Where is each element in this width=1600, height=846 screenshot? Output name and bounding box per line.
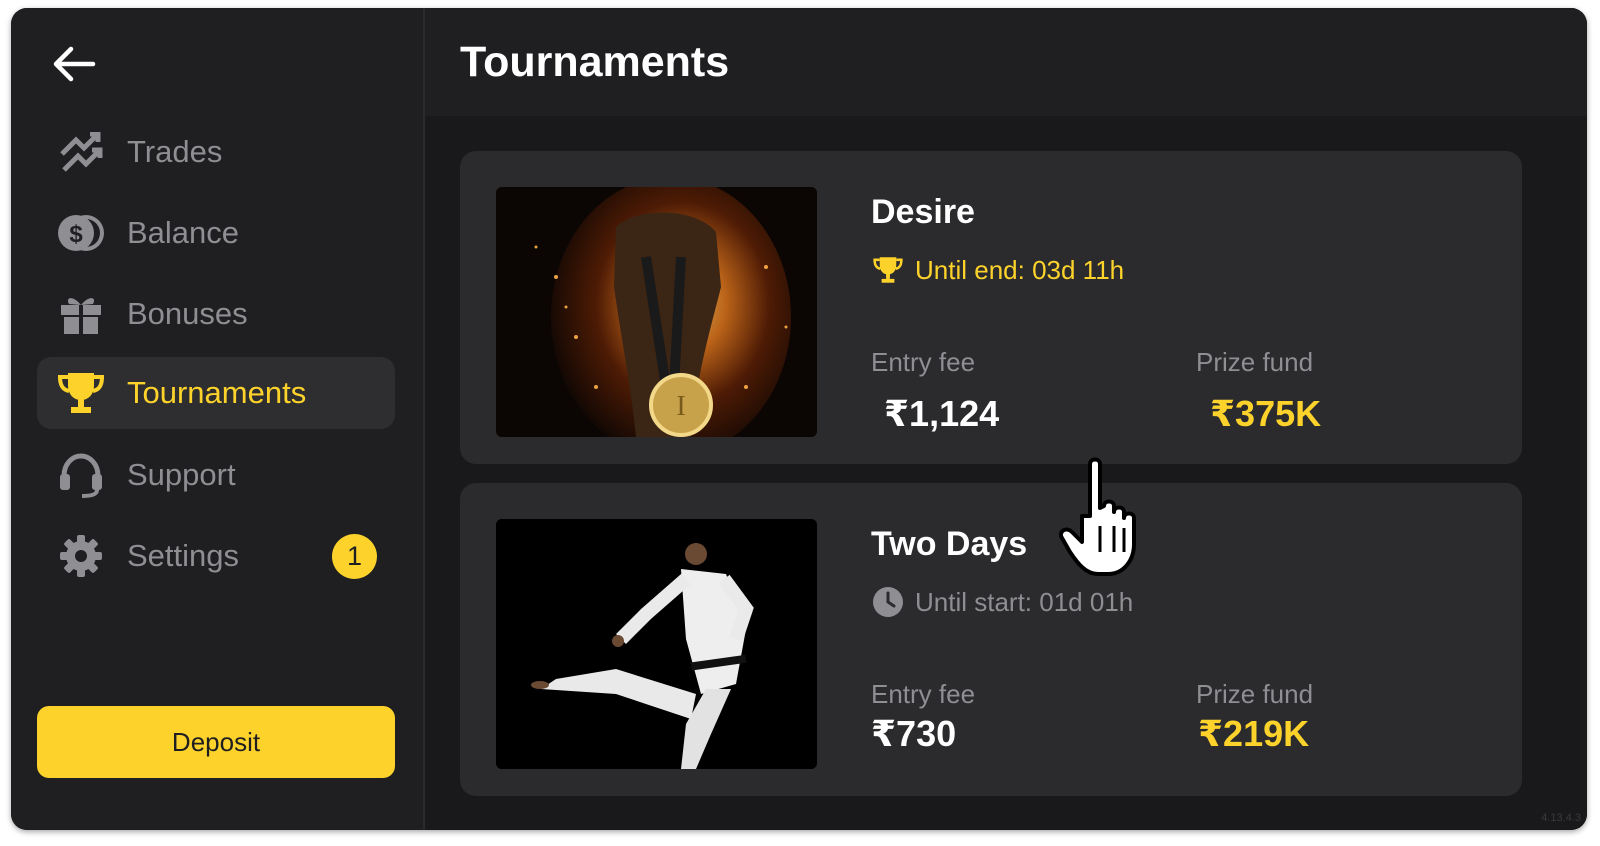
trophy-icon <box>55 367 107 419</box>
sidebar-item-label: Balance <box>127 215 240 250</box>
headset-icon <box>55 449 107 501</box>
sidebar-item-label: Trades <box>127 134 223 169</box>
sidebar-item-balance[interactable]: $ Balance <box>37 197 395 269</box>
page-title: Tournaments <box>460 38 730 86</box>
entry-fee-value: ₹1,124 <box>884 393 1000 434</box>
sidebar-item-trades[interactable]: Trades <box>37 116 395 188</box>
gear-icon <box>55 530 107 582</box>
main-content: Tournaments I Desire Until end: 03d 11h … <box>425 8 1587 830</box>
coin-stack-icon: $ <box>55 207 107 259</box>
tournament-image: I <box>496 187 817 437</box>
sidebar-item-label: Support <box>127 457 236 492</box>
prize-fund-label: Prize fund <box>1196 679 1314 709</box>
tournament-timer: Until end: 03d 11h <box>871 253 1124 287</box>
prize-fund-label: Prize fund <box>1196 347 1314 377</box>
entry-fee-label: Entry fee <box>871 679 976 709</box>
tournament-card-desire[interactable]: I Desire Until end: 03d 11h Entry fee ₹1… <box>460 151 1522 464</box>
gift-icon <box>55 288 107 340</box>
notification-badge: 1 <box>332 534 377 579</box>
sidebar-item-settings[interactable]: Settings 1 <box>37 520 395 592</box>
trophy-icon <box>871 253 905 287</box>
prize-fund-value: ₹375K <box>1210 393 1322 434</box>
sidebar-item-support[interactable]: Support <box>37 439 395 511</box>
sidebar: Trades $ Balance Bonuses Tournaments Sup… <box>11 8 423 830</box>
entry-fee-label: Entry fee <box>871 347 976 377</box>
sidebar-item-label: Tournaments <box>127 375 307 410</box>
svg-text:$: $ <box>69 221 83 248</box>
hand-cursor-icon <box>1058 456 1158 582</box>
tournament-card-two-days[interactable]: Two Days Until start: 01d 01h Entry fee … <box>460 483 1522 796</box>
tournament-name: Desire <box>871 193 975 231</box>
sidebar-item-label: Bonuses <box>127 296 248 331</box>
svg-text:I: I <box>676 391 685 422</box>
sidebar-item-label: Settings <box>127 538 240 573</box>
tournament-name: Two Days <box>871 525 1028 563</box>
clock-icon <box>871 585 905 619</box>
tournament-image <box>496 519 817 769</box>
sidebar-item-bonuses[interactable]: Bonuses <box>37 278 395 350</box>
back-arrow-icon[interactable] <box>49 42 99 86</box>
sidebar-item-tournaments[interactable]: Tournaments <box>37 357 395 429</box>
timer-text: Until start: 01d 01h <box>915 586 1134 617</box>
entry-fee-value: ₹730 <box>871 713 957 754</box>
prize-fund-value: ₹219K <box>1198 713 1310 754</box>
deposit-button[interactable]: Deposit <box>37 706 395 778</box>
timer-text: Until end: 03d 11h <box>915 254 1125 285</box>
tournament-timer: Until start: 01d 01h <box>871 585 1133 619</box>
header: Tournaments <box>425 8 1587 116</box>
version-label: 4.13.4.3 <box>1541 812 1581 824</box>
app-window: Trades $ Balance Bonuses Tournaments Sup… <box>11 8 1587 830</box>
trades-arrows-icon <box>55 126 107 178</box>
